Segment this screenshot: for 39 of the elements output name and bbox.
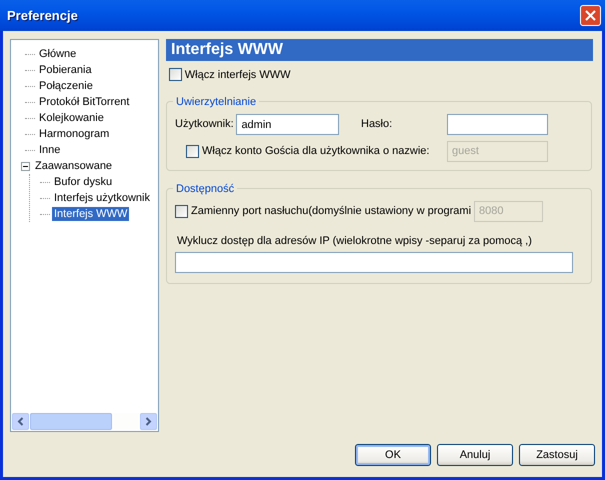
chevron-left-icon xyxy=(17,417,24,426)
scroll-right-button[interactable] xyxy=(140,413,157,430)
tree-item[interactable]: Kolejkowanie xyxy=(37,111,106,125)
password-field[interactable] xyxy=(447,114,548,135)
close-button[interactable] xyxy=(580,5,601,26)
tree-item[interactable]: Protokół BitTorrent xyxy=(37,95,132,109)
tree-item[interactable]: Interfejs WWW xyxy=(52,207,130,221)
page-heading: Interfejs WWW xyxy=(166,39,593,61)
scrollbar-thumb[interactable] xyxy=(30,413,112,430)
scroll-left-button[interactable] xyxy=(12,413,29,430)
tree-item[interactable]: Zaawansowane xyxy=(33,159,114,173)
window-title: Preferencje xyxy=(7,6,78,25)
chevron-right-icon xyxy=(145,417,152,426)
tree-item[interactable]: Pobierania xyxy=(37,63,94,77)
checkbox-label: Włącz interfejs WWW xyxy=(184,68,290,82)
username-field[interactable]: admin xyxy=(236,114,340,135)
checkbox[interactable] xyxy=(186,144,199,158)
tree-item[interactable]: Główne xyxy=(37,47,78,61)
field-label: Użytkownik: xyxy=(175,117,234,132)
collapse-toggle-icon[interactable] xyxy=(21,162,30,170)
tree-item[interactable]: Inne xyxy=(37,143,62,157)
group-title: Dostępność xyxy=(173,180,238,197)
close-icon xyxy=(584,9,597,22)
horizontal-scrollbar[interactable] xyxy=(12,413,157,430)
dialog-button[interactable]: Zastosuj xyxy=(519,444,595,466)
checkbox-label: Zamienny port nasłuchu(domyślnie ustawiony w programi xyxy=(191,204,472,219)
checkbox[interactable] xyxy=(168,68,182,82)
tree-item[interactable]: Harmonogram xyxy=(37,127,112,141)
ip-exclusion-field[interactable] xyxy=(175,252,573,273)
field-label: Wyklucz dostęp dla adresów IP (wielokrotne wpisy -separuj za pomocą ,) xyxy=(176,234,533,248)
tree-item[interactable]: Bufor dysku xyxy=(52,175,114,189)
field-label: Hasło: xyxy=(361,117,394,132)
dialog-button[interactable]: OK xyxy=(355,444,431,466)
checkbox[interactable] xyxy=(175,204,188,218)
tree-item[interactable]: Połączenie xyxy=(37,79,95,93)
checkbox-label: Włącz konto Gościa dla użytkownika o nazwie: xyxy=(202,144,430,159)
tree-item[interactable]: Interfejs użytkownik xyxy=(52,191,152,205)
group-title: Uwierzytelnianie xyxy=(173,94,260,110)
dialog-button[interactable]: Anuluj xyxy=(437,444,513,466)
